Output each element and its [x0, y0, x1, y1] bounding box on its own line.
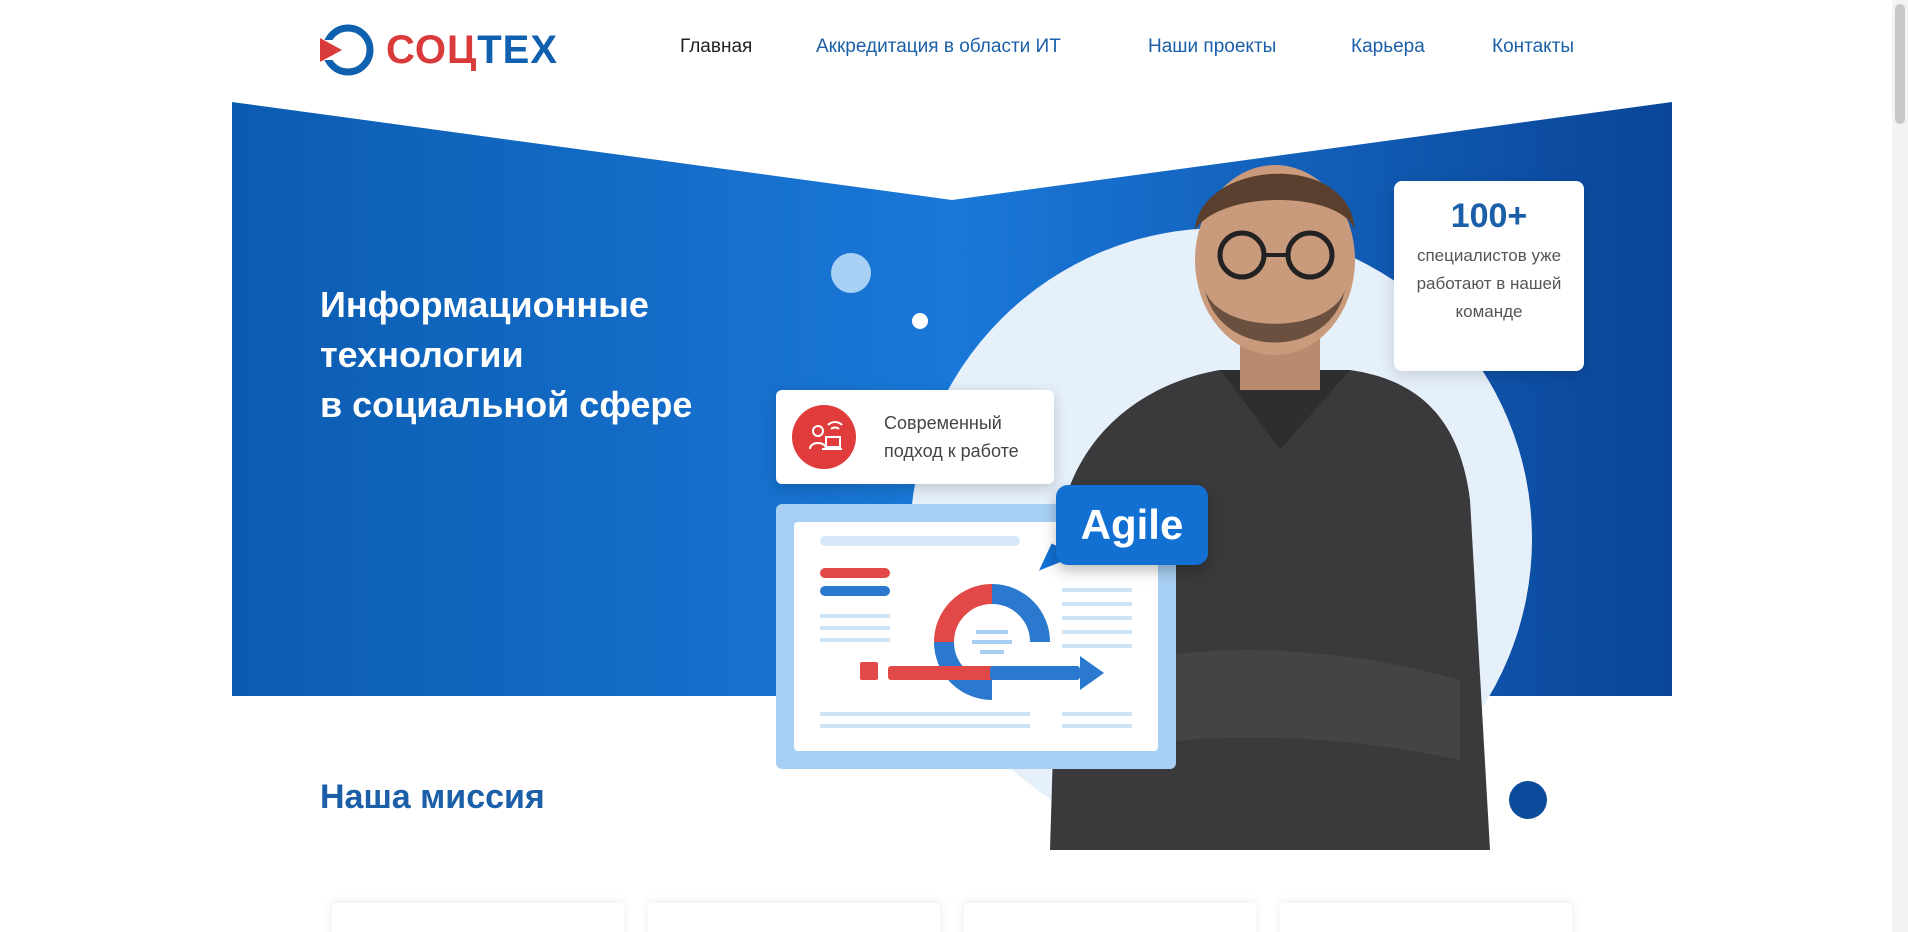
nav-item-contacts[interactable]: Контакты: [1492, 36, 1574, 58]
logo-text-red: СОЦ: [386, 27, 478, 72]
agile-badge: Agile: [1056, 485, 1208, 565]
nav-item-home[interactable]: Главная: [680, 36, 752, 58]
mission-card-1: [332, 903, 624, 932]
logo[interactable]: СОЦТЕХ: [318, 22, 558, 78]
mission-card-3: [964, 903, 1256, 932]
nav-item-accreditation[interactable]: Аккредитация в области ИТ: [816, 36, 1061, 58]
approach-line-1: Современный: [884, 413, 1002, 433]
remote-work-icon: [792, 405, 856, 469]
stat-description: специалистов уже работают в нашей команд…: [1416, 246, 1562, 321]
logo-mark-icon: [318, 24, 374, 76]
logo-text-blue: ТЕХ: [477, 27, 559, 72]
hero-title-line-1: Информационные: [320, 284, 649, 325]
scrollbar-thumb[interactable]: [1895, 4, 1905, 124]
nav-item-career[interactable]: Карьера: [1351, 36, 1425, 58]
mission-card-4: [1280, 903, 1572, 932]
page: СОЦТЕХ Главная Аккредитация в области ИТ…: [0, 0, 1908, 932]
decor-dot-light: [831, 253, 871, 293]
hero-title: Информационные технологии в социальной с…: [320, 280, 840, 430]
hero-title-line-3: в социальной сфере: [320, 384, 693, 425]
decor-dot-white: [912, 313, 928, 329]
mission-title: Наша миссия: [320, 778, 545, 816]
stat-card: 100+ специалистов уже работают в нашей к…: [1394, 181, 1584, 371]
nav-item-projects[interactable]: Наши проекты: [1148, 36, 1276, 58]
mission-card-2: [648, 903, 940, 932]
approach-card: Современный подход к работе: [776, 390, 1054, 484]
logo-text: СОЦТЕХ: [386, 28, 558, 73]
approach-text: Современный подход к работе: [884, 409, 1019, 465]
approach-line-2: подход к работе: [884, 441, 1019, 461]
stat-number: 100+: [1450, 197, 1528, 235]
page-scrollbar[interactable]: [1892, 0, 1908, 932]
hero-title-line-2: технологии: [320, 334, 524, 375]
